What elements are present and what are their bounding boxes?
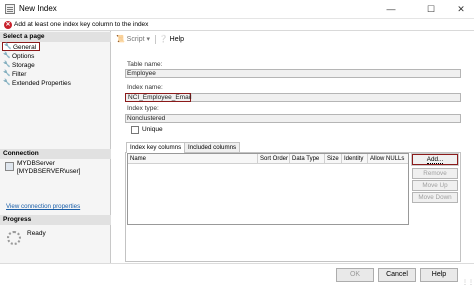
page-item-options[interactable]: 🔧 Options xyxy=(2,52,82,61)
connection-server: MYDBServer xyxy=(17,160,55,167)
dropdown-arrow-icon: ▾ xyxy=(146,36,151,43)
move-up-button[interactable]: Move Up xyxy=(412,180,458,191)
view-connection-properties-link[interactable]: View connection properties xyxy=(6,203,80,210)
message-bar: ✕ Add at least one index key column to t… xyxy=(0,19,474,31)
help-footer-button[interactable]: Help xyxy=(420,268,458,282)
table-name-field[interactable]: Employee xyxy=(125,69,461,78)
connection-user: [MYDBSERVER\user] xyxy=(17,168,81,175)
window-icon xyxy=(5,4,15,14)
progress-status: Ready xyxy=(27,230,46,237)
tab-index-key-columns[interactable]: Index key columns xyxy=(126,142,186,153)
page-item-label: Storage xyxy=(12,62,35,69)
column-header-allow-nulls[interactable]: Allow NULLs xyxy=(368,154,408,164)
cancel-button[interactable]: Cancel xyxy=(378,268,416,282)
page-item-label: Extended Properties xyxy=(12,80,71,87)
page-item-general[interactable]: 🔧 General xyxy=(2,42,40,51)
page-item-label: Options xyxy=(12,53,35,60)
wrench-icon: 🔧 xyxy=(3,71,11,77)
maximize-icon[interactable]: ☐ xyxy=(418,0,444,19)
table-name-label: Table name: xyxy=(127,61,163,68)
tab-included-columns[interactable]: Included columns xyxy=(184,142,241,152)
column-header-name[interactable]: Name xyxy=(128,154,258,164)
grid-header: Name Sort Order Data Type Size Identity … xyxy=(128,154,408,164)
message-text: Add at least one index key column to the… xyxy=(14,21,149,28)
unique-checkbox[interactable] xyxy=(131,126,139,134)
script-button[interactable]: 📜 Script ▾ xyxy=(116,35,150,43)
title-bar: New Index — ☐ ✕ xyxy=(0,0,474,19)
index-type-field[interactable]: Nonclustered xyxy=(125,114,461,123)
column-header-sort-order[interactable]: Sort Order xyxy=(258,154,290,164)
toolbar: 📜 Script ▾ ❔ Help xyxy=(112,33,474,46)
page-item-label: General xyxy=(13,44,37,51)
index-name-label: Index name: xyxy=(127,84,163,91)
unique-label: Unique xyxy=(142,126,163,133)
resize-grip-icon[interactable]: ⋮⋮ xyxy=(462,280,474,291)
progress-spinner-icon xyxy=(7,231,21,245)
select-page-header: Select a page xyxy=(0,32,111,42)
page-item-filter[interactable]: 🔧 Filter xyxy=(2,70,82,79)
server-icon xyxy=(5,162,14,171)
move-down-button[interactable]: Move Down xyxy=(412,192,458,203)
column-header-identity[interactable]: Identity xyxy=(342,154,368,164)
window-title: New Index xyxy=(19,4,57,13)
page-item-label: Filter xyxy=(12,71,27,78)
help-button[interactable]: ❔ Help xyxy=(159,35,184,43)
column-header-size[interactable]: Size xyxy=(325,154,342,164)
add-button[interactable]: Add... xyxy=(411,153,459,166)
script-icon: 📜 xyxy=(116,36,125,43)
left-pane: Select a page 🔧 General 🔧 Options 🔧 Stor… xyxy=(0,31,111,263)
footer-divider xyxy=(0,263,474,264)
index-type-label: Index type: xyxy=(127,105,159,112)
progress-header: Progress xyxy=(0,215,111,225)
help-icon: ❔ xyxy=(159,36,168,43)
remove-button[interactable]: Remove xyxy=(412,168,458,179)
error-icon: ✕ xyxy=(4,21,12,29)
page-item-storage[interactable]: 🔧 Storage xyxy=(2,61,82,70)
index-name-field[interactable]: NCI_Employee_Email xyxy=(125,93,461,102)
toolbar-separator xyxy=(155,35,156,44)
column-header-data-type[interactable]: Data Type xyxy=(290,154,325,164)
wrench-icon: 🔧 xyxy=(3,53,11,59)
wrench-icon: 🔧 xyxy=(3,62,11,68)
page-item-extended-properties[interactable]: 🔧 Extended Properties xyxy=(2,79,102,88)
index-columns-grid[interactable]: Name Sort Order Data Type Size Identity … xyxy=(127,153,409,225)
wrench-icon: 🔧 xyxy=(3,80,11,86)
minimize-icon[interactable]: — xyxy=(378,0,404,19)
close-icon[interactable]: ✕ xyxy=(448,0,474,19)
wrench-icon: 🔧 xyxy=(4,44,12,50)
connection-header: Connection xyxy=(0,149,111,159)
ok-button[interactable]: OK xyxy=(336,268,374,282)
